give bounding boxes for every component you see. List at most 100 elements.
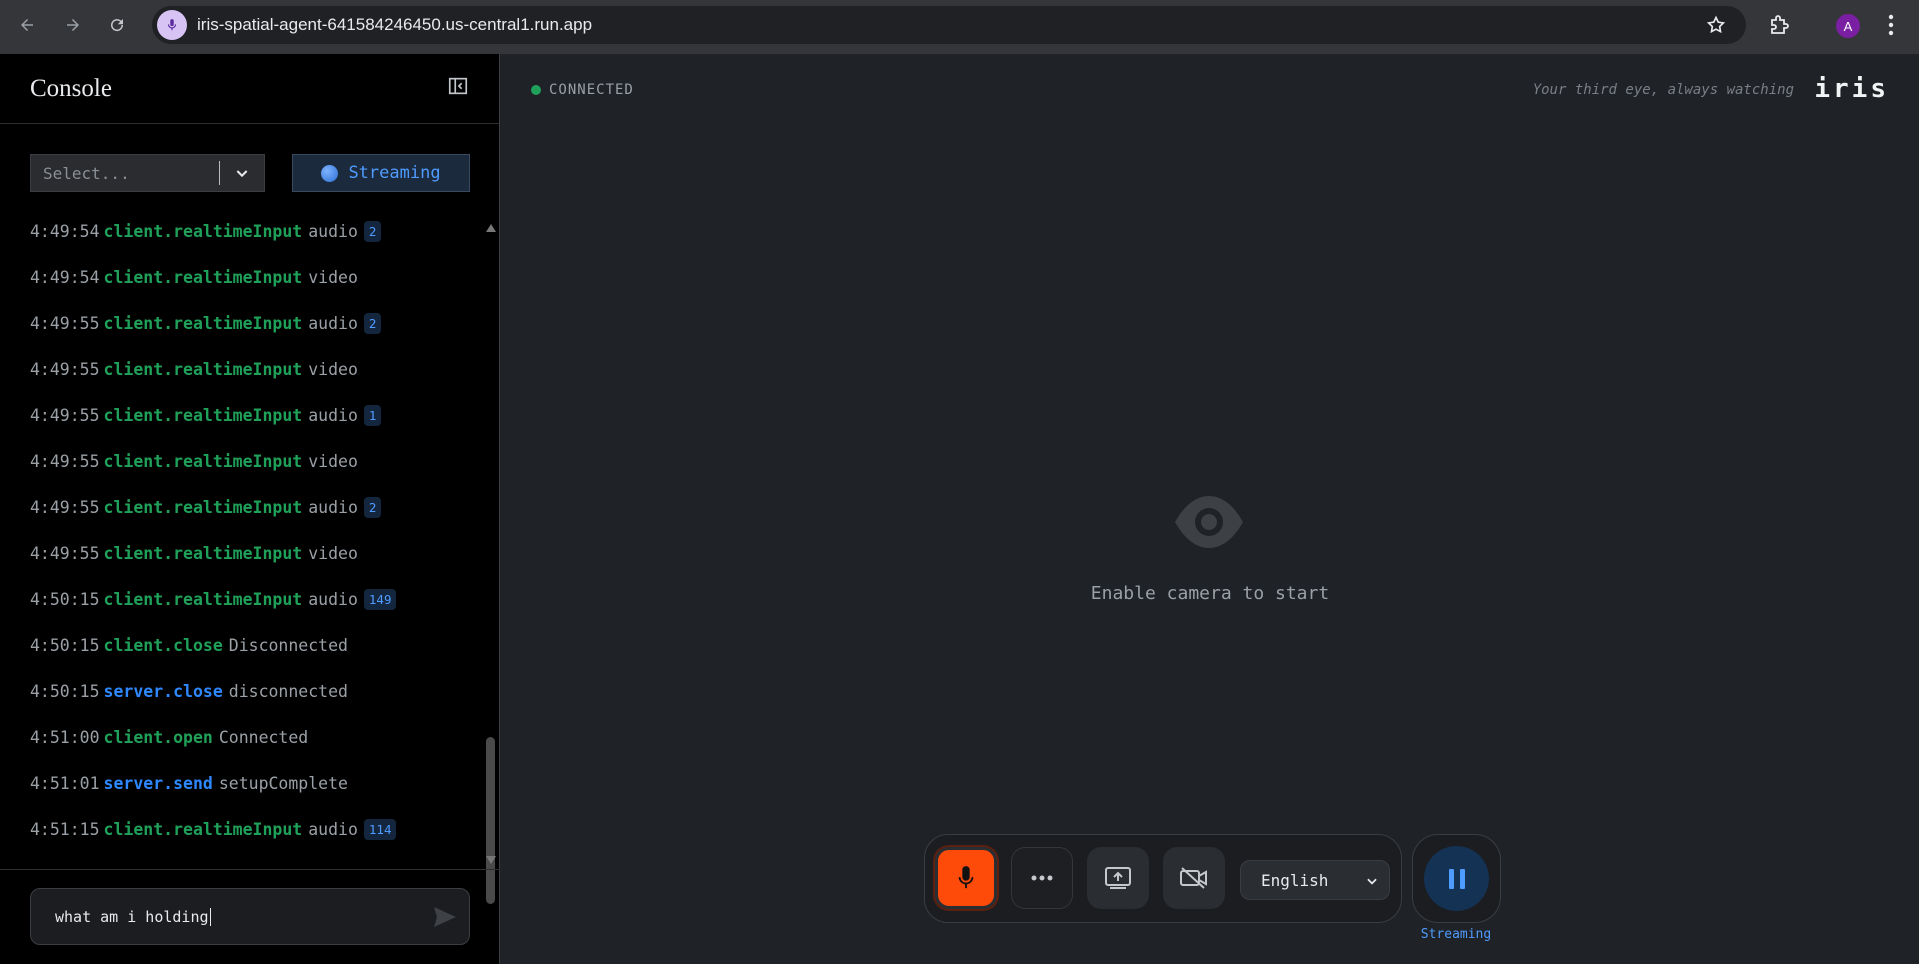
log-row: 4:49:55 client.realtimeInput audio 1 — [30, 403, 382, 427]
log-scrollbar[interactable] — [484, 224, 498, 904]
main-panel: CONNECTED Your third eye, always watchin… — [501, 54, 1919, 964]
log-message: video — [308, 451, 358, 471]
sidebar-collapse-icon[interactable] — [447, 75, 469, 102]
microphone-icon — [958, 866, 974, 889]
log-count-badge: 114 — [363, 818, 397, 840]
streaming-status-button[interactable]: Streaming — [292, 154, 470, 192]
log-message: Disconnected — [228, 635, 348, 655]
log-row: 4:50:15 server.close disconnected — [30, 679, 348, 703]
log-message: audio — [308, 405, 358, 425]
url-text: iris-spatial-agent-641584246450.us-centr… — [197, 15, 593, 34]
log-message: setupComplete — [218, 773, 348, 793]
log-count-badge: 2 — [363, 312, 382, 334]
browser-menu-icon[interactable] — [1888, 14, 1894, 36]
eye-icon — [1173, 494, 1245, 555]
more-options-button[interactable] — [1011, 847, 1073, 909]
log-source: client.close — [103, 635, 223, 655]
browser-toolbar: iris-spatial-agent-641584246450.us-centr… — [0, 0, 1919, 54]
log-source: client.realtimeInput — [103, 451, 303, 471]
log-row: 4:49:55 client.realtimeInput video — [30, 357, 358, 381]
chevron-down-icon[interactable] — [220, 165, 264, 181]
scroll-down-arrow-icon[interactable] — [486, 856, 496, 864]
log-time: 4:49:55 — [30, 405, 100, 425]
log-time: 4:51:00 — [30, 727, 100, 747]
stream-caption: Streaming — [1420, 927, 1492, 942]
back-icon[interactable] — [9, 7, 45, 43]
log-time: 4:50:15 — [30, 681, 100, 701]
log-source: client.realtimeInput — [103, 313, 303, 333]
language-select[interactable]: English — [1240, 860, 1390, 900]
log-source: client.realtimeInput — [103, 497, 303, 517]
extensions-puzzle-icon[interactable] — [1768, 13, 1792, 42]
log-count-badge: 2 — [363, 496, 382, 518]
log-source: client.open — [103, 727, 213, 747]
message-input[interactable]: what am i holding — [30, 888, 470, 945]
log-source: server.send — [103, 773, 213, 793]
log-message: Connected — [218, 727, 309, 747]
microphone-icon — [157, 10, 187, 40]
log-source: server.close — [103, 681, 223, 701]
microphone-button[interactable] — [935, 847, 997, 909]
profile-avatar[interactable]: A — [1836, 14, 1860, 38]
reload-icon[interactable] — [99, 7, 135, 43]
scroll-up-arrow-icon[interactable] — [486, 224, 496, 232]
log-row: 4:49:55 client.realtimeInput video — [30, 541, 358, 565]
tagline: Your third eye, always watching — [1532, 82, 1794, 98]
log-filter-select[interactable]: Select... — [30, 154, 265, 192]
log-count-badge: 2 — [363, 220, 382, 242]
message-input-value: what am i holding — [55, 907, 209, 926]
brand-logo: iris — [1814, 74, 1889, 104]
text-caret — [209, 907, 211, 926]
log-message: video — [308, 359, 358, 379]
send-icon[interactable] — [433, 906, 457, 933]
log-count-badge: 1 — [363, 404, 382, 426]
log-message: audio — [308, 497, 358, 517]
status-dot-icon — [531, 85, 541, 95]
log-time: 4:49:54 — [30, 267, 100, 287]
log-row: 4:51:01 server.send setupComplete — [30, 771, 348, 795]
log-list: 4:49:54 client.realtimeInput audio 2 4:49:54… — [0, 219, 500, 859]
log-source: client.realtimeInput — [103, 543, 303, 563]
screen-share-button[interactable] — [1087, 847, 1149, 909]
log-row: 4:51:15 client.realtimeInput audio 114 — [30, 817, 397, 841]
camera-toggle-button[interactable] — [1163, 847, 1225, 909]
log-message: audio — [308, 313, 358, 333]
pause-icon — [1448, 868, 1465, 889]
log-row: 4:51:00 client.open Connected — [30, 725, 308, 749]
sidebar-header: Console — [0, 54, 499, 124]
log-message: audio — [308, 819, 358, 839]
log-message: video — [308, 543, 358, 563]
log-time: 4:49:55 — [30, 543, 100, 563]
log-row: 4:49:54 client.realtimeInput audio 2 — [30, 219, 382, 243]
log-message: video — [308, 267, 358, 287]
log-source: client.realtimeInput — [103, 267, 303, 287]
log-source: client.realtimeInput — [103, 405, 303, 425]
log-source: client.realtimeInput — [103, 819, 303, 839]
more-dots-icon — [1031, 875, 1053, 881]
camera-off-icon — [1180, 867, 1207, 889]
chevron-down-icon — [1365, 873, 1379, 892]
connection-status-text: CONNECTED — [549, 82, 634, 98]
log-source: client.realtimeInput — [103, 589, 303, 609]
log-row: 4:49:55 client.realtimeInput audio 2 — [30, 495, 382, 519]
log-filter-placeholder: Select... — [43, 163, 130, 183]
log-time: 4:49:55 — [30, 313, 100, 333]
pause-stream-button[interactable] — [1424, 846, 1489, 911]
forward-icon[interactable] — [55, 7, 91, 43]
log-row: 4:49:55 client.realtimeInput audio 2 — [30, 311, 382, 335]
control-tray: English — [924, 834, 1402, 923]
log-time: 4:51:15 — [30, 819, 100, 839]
camera-placeholder-text: Enable camera to start — [1090, 583, 1330, 604]
bookmark-star-icon[interactable] — [1706, 15, 1726, 40]
log-message: disconnected — [228, 681, 348, 701]
sidebar-footer: what am i holding — [0, 869, 500, 964]
log-row: 4:49:54 client.realtimeInput video — [30, 265, 358, 289]
streaming-label: Streaming — [348, 163, 441, 183]
log-time: 4:49:55 — [30, 451, 100, 471]
log-message: audio — [308, 221, 358, 241]
log-time: 4:51:01 — [30, 773, 100, 793]
address-bar[interactable]: iris-spatial-agent-641584246450.us-centr… — [152, 6, 1746, 44]
language-select-value: English — [1261, 870, 1329, 890]
log-time: 4:49:55 — [30, 497, 100, 517]
log-source: client.realtimeInput — [103, 359, 303, 379]
